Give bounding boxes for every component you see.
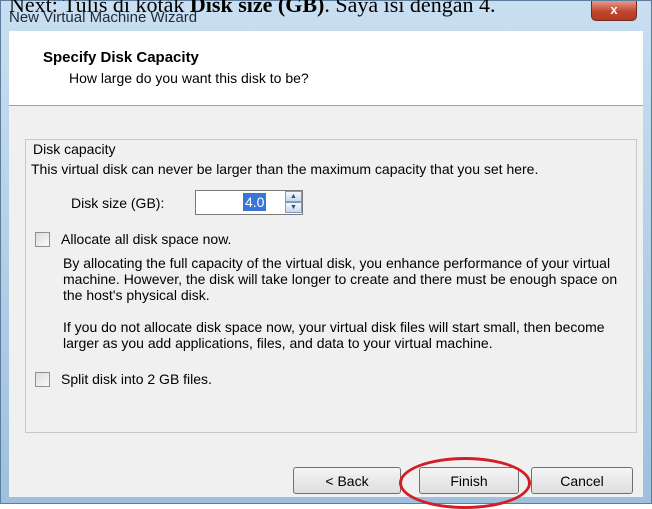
close-button[interactable]: x bbox=[591, 1, 637, 21]
disk-size-stepper[interactable]: ▲ ▼ bbox=[285, 191, 302, 214]
wizard-window: Next: Tulis di kotak Disk size (GB). Say… bbox=[0, 0, 652, 509]
disk-size-label: Disk size (GB): bbox=[71, 195, 165, 211]
title-bar: New Virtual Machine Wizard x bbox=[1, 1, 651, 31]
spin-down-button[interactable]: ▼ bbox=[285, 202, 302, 213]
page-title: Specify Disk Capacity bbox=[43, 49, 199, 66]
allocate-checkbox[interactable] bbox=[35, 232, 50, 247]
no-allocate-description: If you do not allocate disk space now, y… bbox=[63, 319, 605, 351]
disk-capacity-group-label: Disk capacity bbox=[31, 141, 118, 157]
disk-capacity-description: This virtual disk can never be larger th… bbox=[31, 161, 539, 177]
wizard-header: Specify Disk Capacity How large do you w… bbox=[9, 31, 643, 106]
back-button[interactable]: < Back bbox=[293, 467, 401, 494]
allocate-checkbox-label[interactable]: Allocate all disk space now. bbox=[61, 231, 231, 247]
allocate-description: By allocating the full capacity of the v… bbox=[63, 255, 618, 303]
close-icon: x bbox=[610, 2, 618, 17]
split-disk-checkbox[interactable] bbox=[35, 372, 50, 387]
page-subtitle: How large do you want this disk to be? bbox=[69, 70, 309, 86]
disk-size-input[interactable]: 4.0 bbox=[243, 193, 267, 211]
spin-up-button[interactable]: ▲ bbox=[285, 191, 302, 202]
window-title: New Virtual Machine Wizard bbox=[9, 9, 198, 26]
cancel-button[interactable]: Cancel bbox=[531, 467, 633, 494]
split-disk-checkbox-label[interactable]: Split disk into 2 GB files. bbox=[61, 371, 212, 387]
wizard-content: Specify Disk Capacity How large do you w… bbox=[9, 31, 643, 509]
finish-highlight-circle bbox=[399, 457, 531, 509]
